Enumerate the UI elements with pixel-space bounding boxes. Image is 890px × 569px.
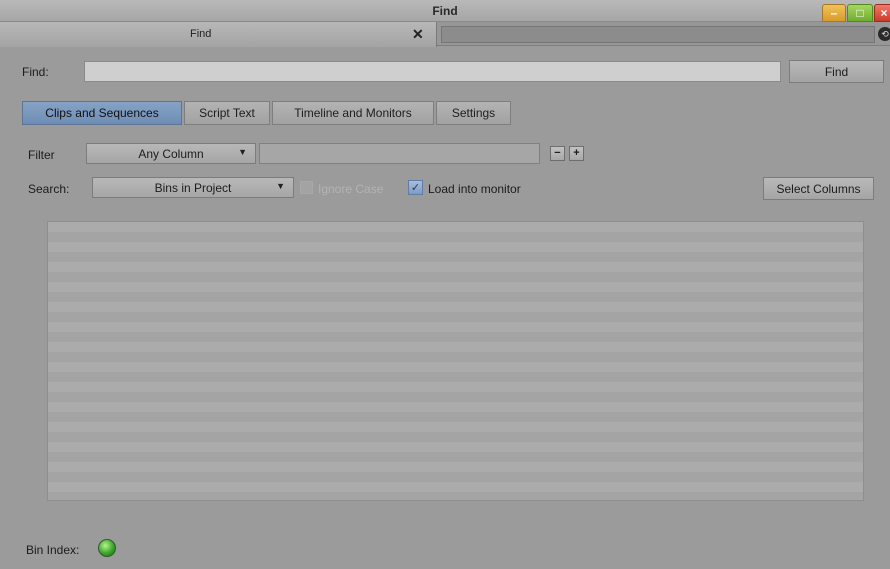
maximize-button[interactable]: □ — [847, 4, 873, 22]
ignore-case-label: Ignore Case — [318, 182, 384, 196]
results-list[interactable] — [47, 221, 864, 501]
find-label: Find: — [22, 65, 49, 79]
chevron-down-icon: ▼ — [238, 147, 247, 157]
tab-find-label: Find — [190, 28, 212, 40]
chevron-down-icon: ▼ — [276, 181, 285, 191]
filter-column-dropdown[interactable]: Any Column ▼ — [86, 143, 256, 164]
find-input[interactable] — [84, 61, 781, 82]
search-scope-dropdown[interactable]: Bins in Project ▼ — [92, 177, 294, 198]
close-window-button[interactable]: × — [874, 4, 890, 22]
find-button[interactable]: Find — [789, 60, 884, 83]
load-into-monitor-checkbox[interactable]: ✓ — [408, 180, 423, 195]
filter-text-input[interactable] — [259, 143, 540, 164]
tab-strip-empty-area — [441, 26, 875, 43]
add-filter-button[interactable]: + — [569, 146, 584, 161]
tab-settings[interactable]: Settings — [436, 101, 511, 125]
tab-script-text[interactable]: Script Text — [184, 101, 270, 125]
tab-close-icon[interactable]: ✕ — [412, 26, 424, 43]
minimize-icon: – — [830, 6, 838, 20]
load-into-monitor-label: Load into monitor — [428, 182, 521, 196]
tab-menu-icon[interactable]: ⟲ — [878, 27, 890, 41]
minimize-button[interactable]: – — [822, 4, 846, 22]
search-scope-value: Bins in Project — [154, 180, 232, 195]
checkmark-icon: ✓ — [410, 182, 421, 194]
bin-index-label: Bin Index: — [26, 543, 80, 557]
tab-clips-and-sequences[interactable]: Clips and Sequences — [22, 101, 182, 125]
select-columns-button[interactable]: Select Columns — [763, 177, 874, 200]
filter-column-value: Any Column — [138, 146, 204, 161]
close-icon: × — [880, 6, 888, 20]
maximize-icon: □ — [856, 6, 864, 20]
tab-find[interactable] — [0, 22, 437, 47]
ignore-case-checkbox[interactable] — [300, 181, 313, 194]
tab-timeline-and-monitors[interactable]: Timeline and Monitors — [272, 101, 434, 125]
search-label: Search: — [28, 182, 70, 196]
window-title: Find — [432, 4, 458, 18]
remove-filter-button[interactable]: − — [550, 146, 565, 161]
filter-label: Filter — [28, 148, 55, 162]
status-led-icon — [98, 539, 116, 557]
